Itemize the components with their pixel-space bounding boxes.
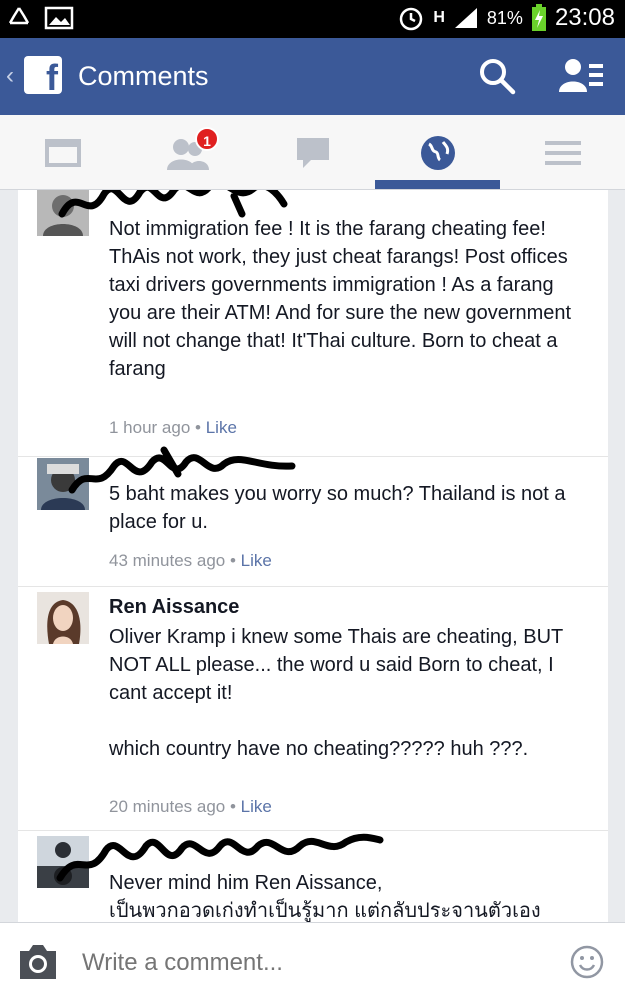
like-button[interactable]: Like [241,551,272,570]
like-button[interactable]: Like [241,797,272,816]
comment-text: Not immigration fee ! It is the farang c… [109,218,572,380]
comment-text: 5 baht makes you worry so much? Thailand… [109,483,566,533]
notifications-globe-icon [420,135,455,170]
alarm-icon [400,7,423,31]
tab-news-feed[interactable] [0,115,125,190]
menu-icon [544,140,581,165]
friends-list-icon[interactable] [559,56,605,96]
recycle-icon [8,7,30,25]
comments-list[interactable]: Not immigration fee ! It is the farang c… [18,190,608,922]
emoji-smiley-icon[interactable] [570,945,604,979]
tab-menu[interactable] [500,115,625,190]
comment-time: 1 hour ago [109,418,191,437]
tab-friend-requests[interactable]: 1 [125,115,250,190]
divider [18,586,608,587]
comment-text: Oliver Kramp i knew some Thais are cheat… [109,626,563,760]
comment-composer [0,922,625,1000]
gallery-icon [44,6,74,30]
camera-icon[interactable] [16,943,60,981]
avatar[interactable] [37,592,89,644]
active-tab-indicator [375,180,500,189]
news-feed-icon [44,138,81,167]
network-type: H [433,9,445,26]
back-chevron-icon[interactable]: ‹ [6,62,14,90]
search-icon[interactable] [477,56,517,96]
facebook-logo-icon[interactable]: f [24,56,62,94]
comment-meta: 43 minutes ago • Like [109,551,272,570]
notification-badge: 1 [195,127,219,151]
comment-time: 20 minutes ago [109,797,226,816]
comment-text: Never mind him Ren Aissance, เป็นพวกอวดเ… [109,872,541,922]
comment-meta: 1 hour ago • Like [109,418,237,437]
battery-charging-icon [531,4,546,31]
comment-author[interactable]: Ren Aissance [109,596,239,619]
tab-messages[interactable] [250,115,375,190]
comment-meta: 20 minutes ago • Like [109,797,272,816]
tab-notifications[interactable] [375,115,500,190]
comment-input[interactable] [82,949,532,977]
battery-percent: 81% [486,7,523,28]
like-button[interactable]: Like [206,418,237,437]
signal-icon [454,8,477,28]
app-bar: ‹ f Comments [0,38,625,115]
page-title: Comments [78,61,209,91]
clock: 23:08 [554,4,615,31]
tab-bar: 1 [0,115,625,190]
messages-icon [296,137,329,168]
status-bar: H 81% 23:08 [0,0,625,38]
comment-time: 43 minutes ago [109,551,226,570]
